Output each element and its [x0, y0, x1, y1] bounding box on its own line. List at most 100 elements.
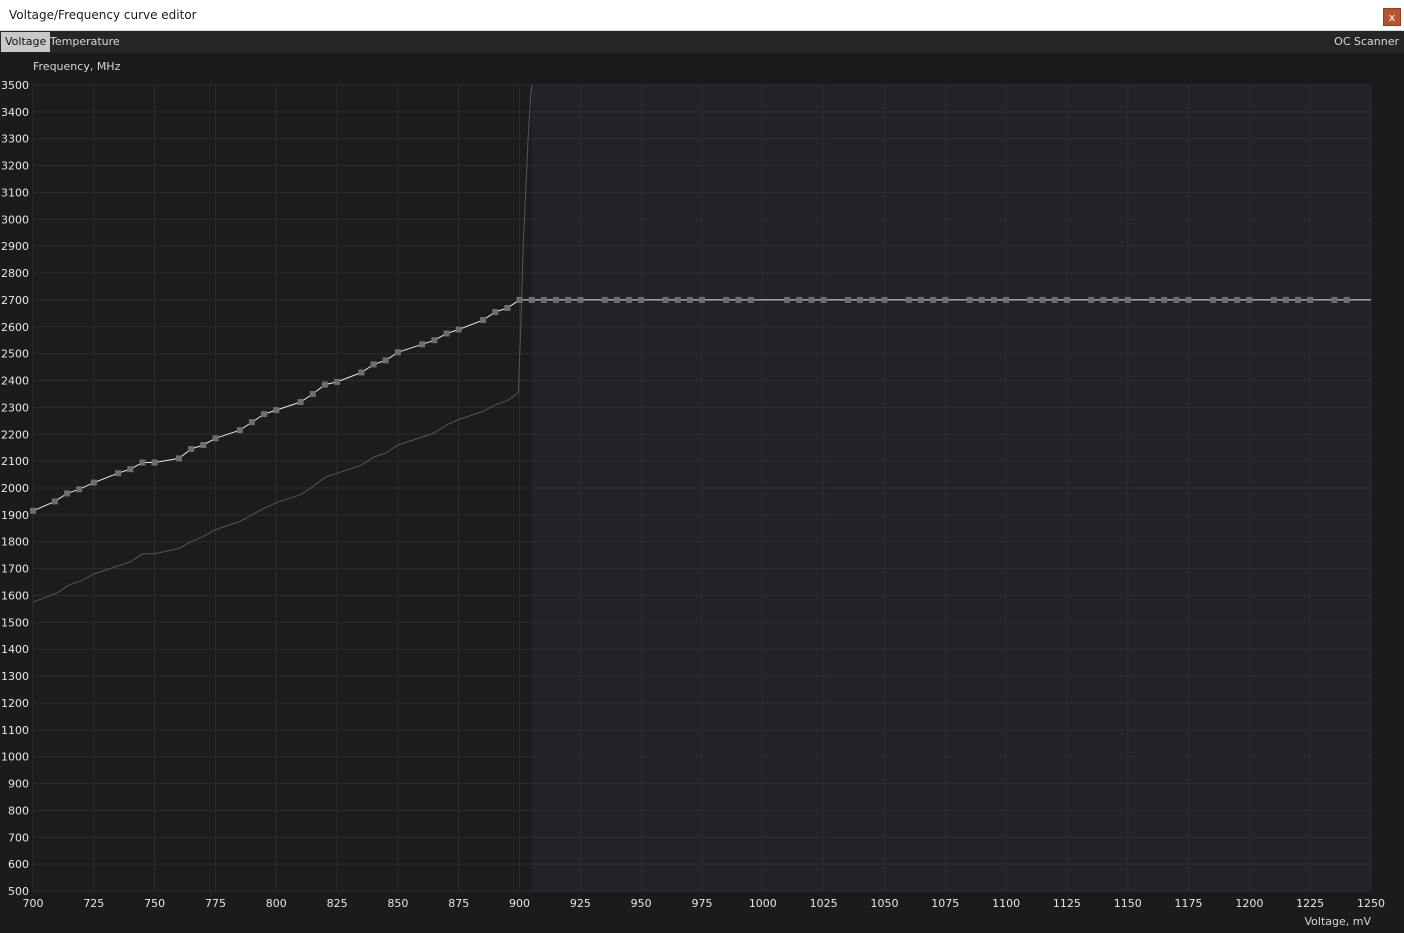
curve-point[interactable]: [115, 470, 122, 477]
close-button[interactable]: x: [1383, 8, 1401, 26]
curve-point[interactable]: [942, 296, 949, 303]
curve-point[interactable]: [273, 407, 280, 414]
curve-point[interactable]: [784, 296, 791, 303]
curve-point[interactable]: [820, 296, 827, 303]
curve-point[interactable]: [139, 459, 146, 466]
curve-point[interactable]: [431, 337, 438, 344]
y-tick-label: 2800: [1, 267, 29, 280]
curve-point[interactable]: [662, 296, 669, 303]
curve-point[interactable]: [261, 411, 268, 418]
curve-point[interactable]: [200, 442, 207, 448]
curve-point[interactable]: [1270, 296, 1277, 303]
curve-point[interactable]: [334, 378, 341, 385]
curve-point[interactable]: [504, 305, 511, 311]
title-bar: Voltage/Frequency curve editor x: [0, 0, 1404, 31]
curve-point[interactable]: [1246, 296, 1253, 303]
curve-point[interactable]: [1222, 296, 1228, 303]
curve-point[interactable]: [1100, 296, 1107, 303]
y-tick-label: 1100: [1, 724, 29, 737]
curve-point[interactable]: [176, 455, 182, 462]
curve-point[interactable]: [151, 459, 158, 466]
curve-point[interactable]: [577, 296, 584, 303]
curve-point[interactable]: [1027, 296, 1034, 303]
x-tick-label: 975: [692, 897, 713, 910]
curve-point[interactable]: [553, 296, 559, 303]
curve-point[interactable]: [76, 486, 83, 493]
curve-point[interactable]: [358, 369, 365, 376]
curve-point[interactable]: [966, 296, 973, 303]
oc-scanner-button[interactable]: OC Scanner: [1334, 32, 1399, 52]
tab-voltage[interactable]: Voltage: [1, 32, 51, 52]
curve-point[interactable]: [1063, 296, 1070, 303]
curve-point[interactable]: [1003, 296, 1010, 303]
curve-point[interactable]: [236, 427, 243, 434]
curve-point[interactable]: [127, 466, 134, 473]
curve-point[interactable]: [455, 326, 462, 333]
curve-point[interactable]: [626, 296, 632, 303]
tab-temperature[interactable]: Temperature: [46, 32, 124, 52]
curve-point[interactable]: [845, 296, 851, 303]
vf-curve-chart[interactable]: Frequency, MHz 5006007008009001000110012…: [0, 53, 1404, 933]
curve-point[interactable]: [1173, 296, 1180, 303]
curve-point[interactable]: [394, 349, 401, 356]
curve-point[interactable]: [51, 498, 58, 505]
curve-point[interactable]: [601, 296, 608, 303]
curve-point[interactable]: [808, 296, 815, 303]
curve-point[interactable]: [492, 309, 499, 315]
curve-point[interactable]: [857, 296, 864, 303]
curve-point[interactable]: [723, 296, 730, 303]
curve-point[interactable]: [1331, 296, 1338, 303]
curve-point[interactable]: [978, 296, 985, 303]
curve-point[interactable]: [796, 296, 803, 303]
curve-point[interactable]: [480, 317, 487, 324]
curve-point[interactable]: [1088, 296, 1095, 303]
curve-point[interactable]: [735, 296, 742, 303]
curve-point[interactable]: [297, 399, 304, 405]
curve-point[interactable]: [930, 296, 937, 303]
curve-point[interactable]: [686, 296, 693, 303]
curve-point[interactable]: [188, 446, 195, 452]
curve-point[interactable]: [747, 296, 754, 303]
curve-point[interactable]: [1161, 296, 1168, 303]
x-tick-label: 850: [387, 897, 408, 910]
curve-point[interactable]: [248, 419, 255, 426]
curve-point[interactable]: [30, 507, 36, 514]
curve-point[interactable]: [516, 296, 523, 303]
curve-point[interactable]: [881, 296, 888, 303]
curve-point[interactable]: [1185, 296, 1192, 303]
y-tick-label: 1200: [1, 697, 29, 710]
curve-point[interactable]: [90, 479, 97, 486]
curve-point[interactable]: [443, 330, 450, 337]
curve-point[interactable]: [1112, 296, 1119, 303]
curve-point[interactable]: [1234, 296, 1241, 303]
curve-point[interactable]: [905, 296, 912, 303]
curve-point[interactable]: [1124, 296, 1131, 303]
curve-point[interactable]: [382, 357, 389, 364]
curve-point[interactable]: [699, 296, 705, 303]
curve-point[interactable]: [990, 296, 997, 303]
curve-point[interactable]: [674, 296, 681, 303]
curve-point[interactable]: [528, 296, 535, 303]
curve-point[interactable]: [917, 296, 924, 303]
curve-point[interactable]: [370, 361, 377, 368]
curve-point[interactable]: [638, 296, 645, 303]
curve-point[interactable]: [1282, 296, 1289, 303]
curve-point[interactable]: [419, 341, 426, 348]
curve-point[interactable]: [1209, 296, 1216, 303]
curve-point[interactable]: [565, 296, 572, 303]
y-tick-label: 1600: [1, 589, 29, 602]
curve-point[interactable]: [321, 381, 328, 388]
curve-point[interactable]: [64, 490, 71, 497]
curve-point[interactable]: [869, 296, 876, 303]
curve-point[interactable]: [613, 296, 620, 303]
curve-point[interactable]: [1051, 296, 1058, 303]
curve-point[interactable]: [1149, 296, 1156, 303]
curve-point[interactable]: [540, 296, 547, 303]
curve-point[interactable]: [212, 435, 219, 442]
curve-point[interactable]: [1039, 296, 1046, 303]
curve-point[interactable]: [1307, 296, 1314, 303]
curve-point[interactable]: [1343, 296, 1350, 303]
curve-point[interactable]: [309, 391, 316, 397]
curve-point[interactable]: [1295, 296, 1301, 303]
x-tick-label: 1175: [1175, 897, 1203, 910]
